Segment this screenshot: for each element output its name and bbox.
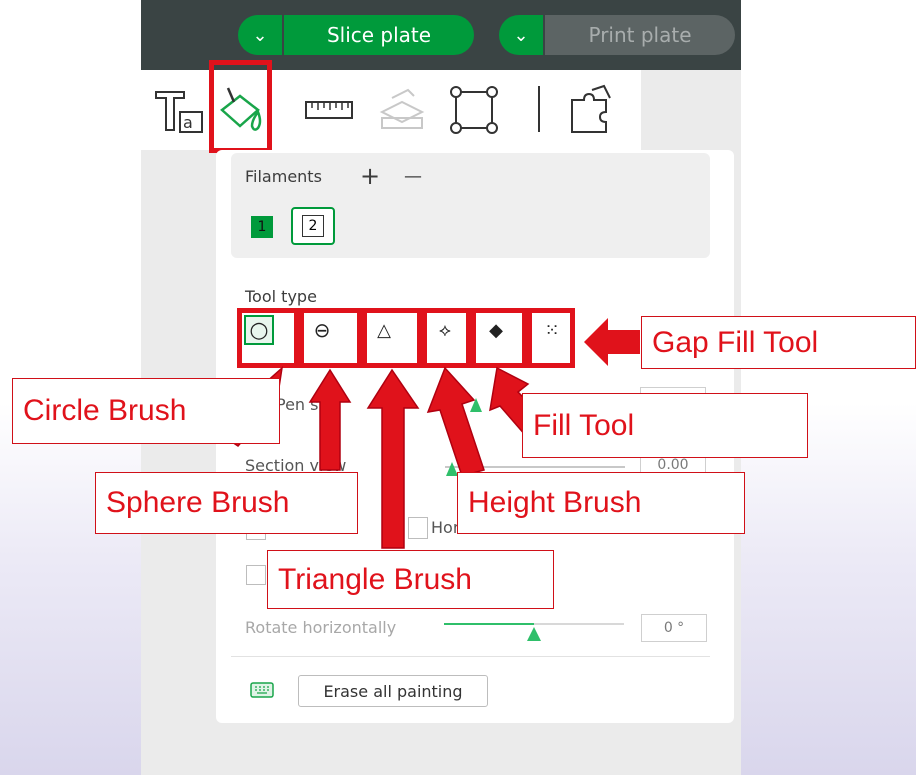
- arrow-gap-fill: [584, 318, 640, 366]
- callout-sphere-brush: Sphere Brush: [95, 472, 358, 534]
- arrow-triangle-brush: [366, 368, 420, 549]
- callout-gap-fill-tool: Gap Fill Tool: [641, 316, 916, 369]
- callout-circle-brush: Circle Brush: [12, 378, 280, 444]
- callout-fill-tool: Fill Tool: [522, 393, 808, 458]
- callout-height-brush: Height Brush: [457, 472, 745, 534]
- arrow-height-brush: [426, 366, 485, 477]
- callout-triangle-brush: Triangle Brush: [267, 550, 554, 609]
- arrow-sphere-brush: [308, 368, 352, 471]
